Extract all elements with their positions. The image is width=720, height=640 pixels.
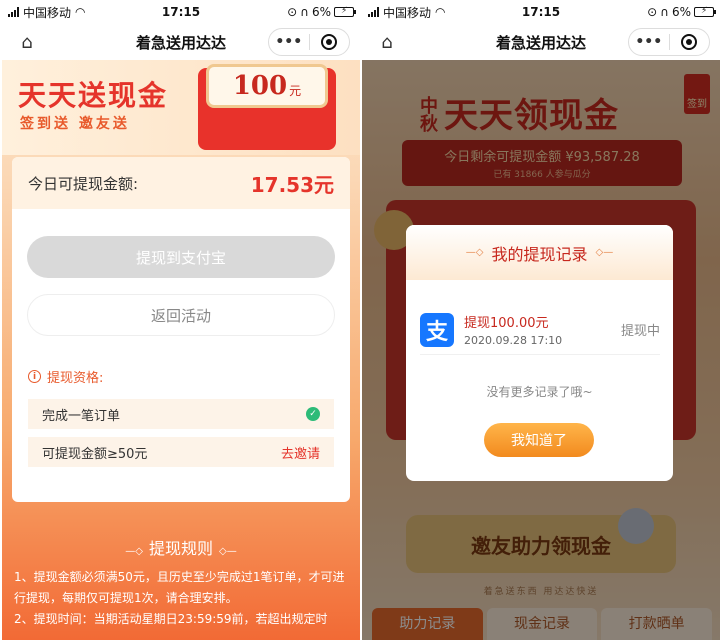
signal-icon xyxy=(8,7,19,17)
battery-icon: ⚡ xyxy=(693,6,716,17)
signal-icon xyxy=(368,7,379,17)
status-time: 17:15 xyxy=(161,5,201,19)
rule-line: 2、提现时间：当期活动星期日23:59:59前，若超出规定时 xyxy=(14,612,328,626)
withdraw-to-alipay-button[interactable]: 提现到支付宝 xyxy=(27,236,335,278)
rules-title: —◇ 提现规则 ◇— xyxy=(125,539,237,558)
qualification-item-order: 完成一笔订单 ✓ xyxy=(28,399,334,429)
battery-percent: 6% xyxy=(671,5,691,19)
more-button[interactable]: ••• xyxy=(629,34,669,50)
balance-amount: 17.53元 xyxy=(250,172,334,197)
qualification-title: i 提现资格: xyxy=(28,367,103,386)
more-button[interactable]: ••• xyxy=(269,34,309,50)
menu-capsule: ••• xyxy=(628,28,710,56)
close-button[interactable] xyxy=(670,34,710,50)
banner-title: 天天送现金 xyxy=(18,79,169,112)
nav-bar: ⌂ 着急送用达达 ••• xyxy=(362,24,720,60)
battery-percent: 6% xyxy=(311,5,331,19)
left-screen: 中国移动 ◠ 17:15 ⊙ ∩ 6% ⚡ ⌂ 着急送用达达 ••• 天天送现金… xyxy=(2,0,360,640)
status-time: 17:15 xyxy=(521,5,561,19)
lock-rotation-icon: ⊙ xyxy=(287,5,298,19)
headphone-icon: ∩ xyxy=(660,5,669,19)
go-invite-link[interactable]: 去邀请 xyxy=(281,443,320,462)
promo-banner: 天天送现金 签到送 邀友送 100 元 xyxy=(2,60,360,155)
status-bar: 中国移动 ◠ 17:15 ⊙ ∩ 6% ⚡ xyxy=(362,0,720,24)
no-more-records: 没有更多记录了哦~ xyxy=(486,385,593,399)
got-it-button[interactable]: 我知道了 xyxy=(484,423,594,457)
back-to-activity-button[interactable]: 返回活动 xyxy=(27,294,335,336)
withdraw-record-item: 支 提现100.00元 2020.09.28 17:10 提现中 xyxy=(420,305,660,355)
home-icon[interactable]: ⌂ xyxy=(372,27,402,57)
withdraw-records-modal: —◇ 我的提现记录 ◇— 支 提现100.00元 2020.09.28 17:1… xyxy=(406,225,673,481)
status-bar: 中国移动 ◠ 17:15 ⊙ ∩ 6% ⚡ xyxy=(2,0,360,24)
menu-capsule: ••• xyxy=(268,28,350,56)
red-envelope-icon: 100 元 xyxy=(198,64,336,150)
modal-title: 我的提现记录 xyxy=(491,244,588,264)
record-title: 提现100.00元 xyxy=(464,316,549,331)
info-icon: i xyxy=(28,370,41,383)
carrier-label: 中国移动 xyxy=(383,5,432,20)
alipay-icon: 支 xyxy=(420,312,454,347)
rule-line: 1、提现金额必须满50元，且历史至少完成过1笔订单，才可进行提现，每期仅可提现1… xyxy=(14,570,345,605)
wifi-icon: ◠ xyxy=(75,5,86,19)
qualification-item-amount: 可提现金额≥50元 去邀请 xyxy=(28,437,334,467)
envelope-amount: 100 xyxy=(232,71,288,101)
rules-text: 1、提现金额必须满50元，且历史至少完成过1笔订单，才可进行提现，每期仅可提现1… xyxy=(14,567,352,630)
balance-header: 今日可提现金额: 17.53元 xyxy=(12,157,350,209)
wifi-icon: ◠ xyxy=(435,5,446,19)
withdraw-page: 天天送现金 签到送 邀友送 100 元 今日可提现金额: 17.53元 提现到支… xyxy=(2,60,360,640)
close-circle-icon xyxy=(681,34,698,50)
close-button[interactable] xyxy=(310,34,350,50)
withdraw-card: 今日可提现金额: 17.53元 提现到支付宝 返回活动 i 提现资格: 完成一笔… xyxy=(12,157,350,502)
envelope-unit: 元 xyxy=(289,83,302,98)
record-status: 提现中 xyxy=(620,324,660,339)
banner-subtitle: 签到送 邀友送 xyxy=(20,116,130,132)
close-circle-icon xyxy=(321,34,338,50)
headphone-icon: ∩ xyxy=(300,5,309,19)
carrier-label: 中国移动 xyxy=(23,5,72,20)
modal-header: —◇ 我的提现记录 ◇— xyxy=(406,225,673,280)
battery-icon: ⚡ xyxy=(333,6,356,17)
nav-bar: ⌂ 着急送用达达 ••• xyxy=(2,24,360,60)
record-date: 2020.09.28 17:10 xyxy=(464,334,563,347)
check-icon: ✓ xyxy=(306,407,320,421)
balance-label: 今日可提现金额: xyxy=(28,174,139,193)
home-icon[interactable]: ⌂ xyxy=(12,27,42,57)
right-screen: 中国移动 ◠ 17:15 ⊙ ∩ 6% ⚡ ⌂ 着急送用达达 ••• 中秋 天天… xyxy=(362,0,720,640)
lock-rotation-icon: ⊙ xyxy=(647,5,658,19)
